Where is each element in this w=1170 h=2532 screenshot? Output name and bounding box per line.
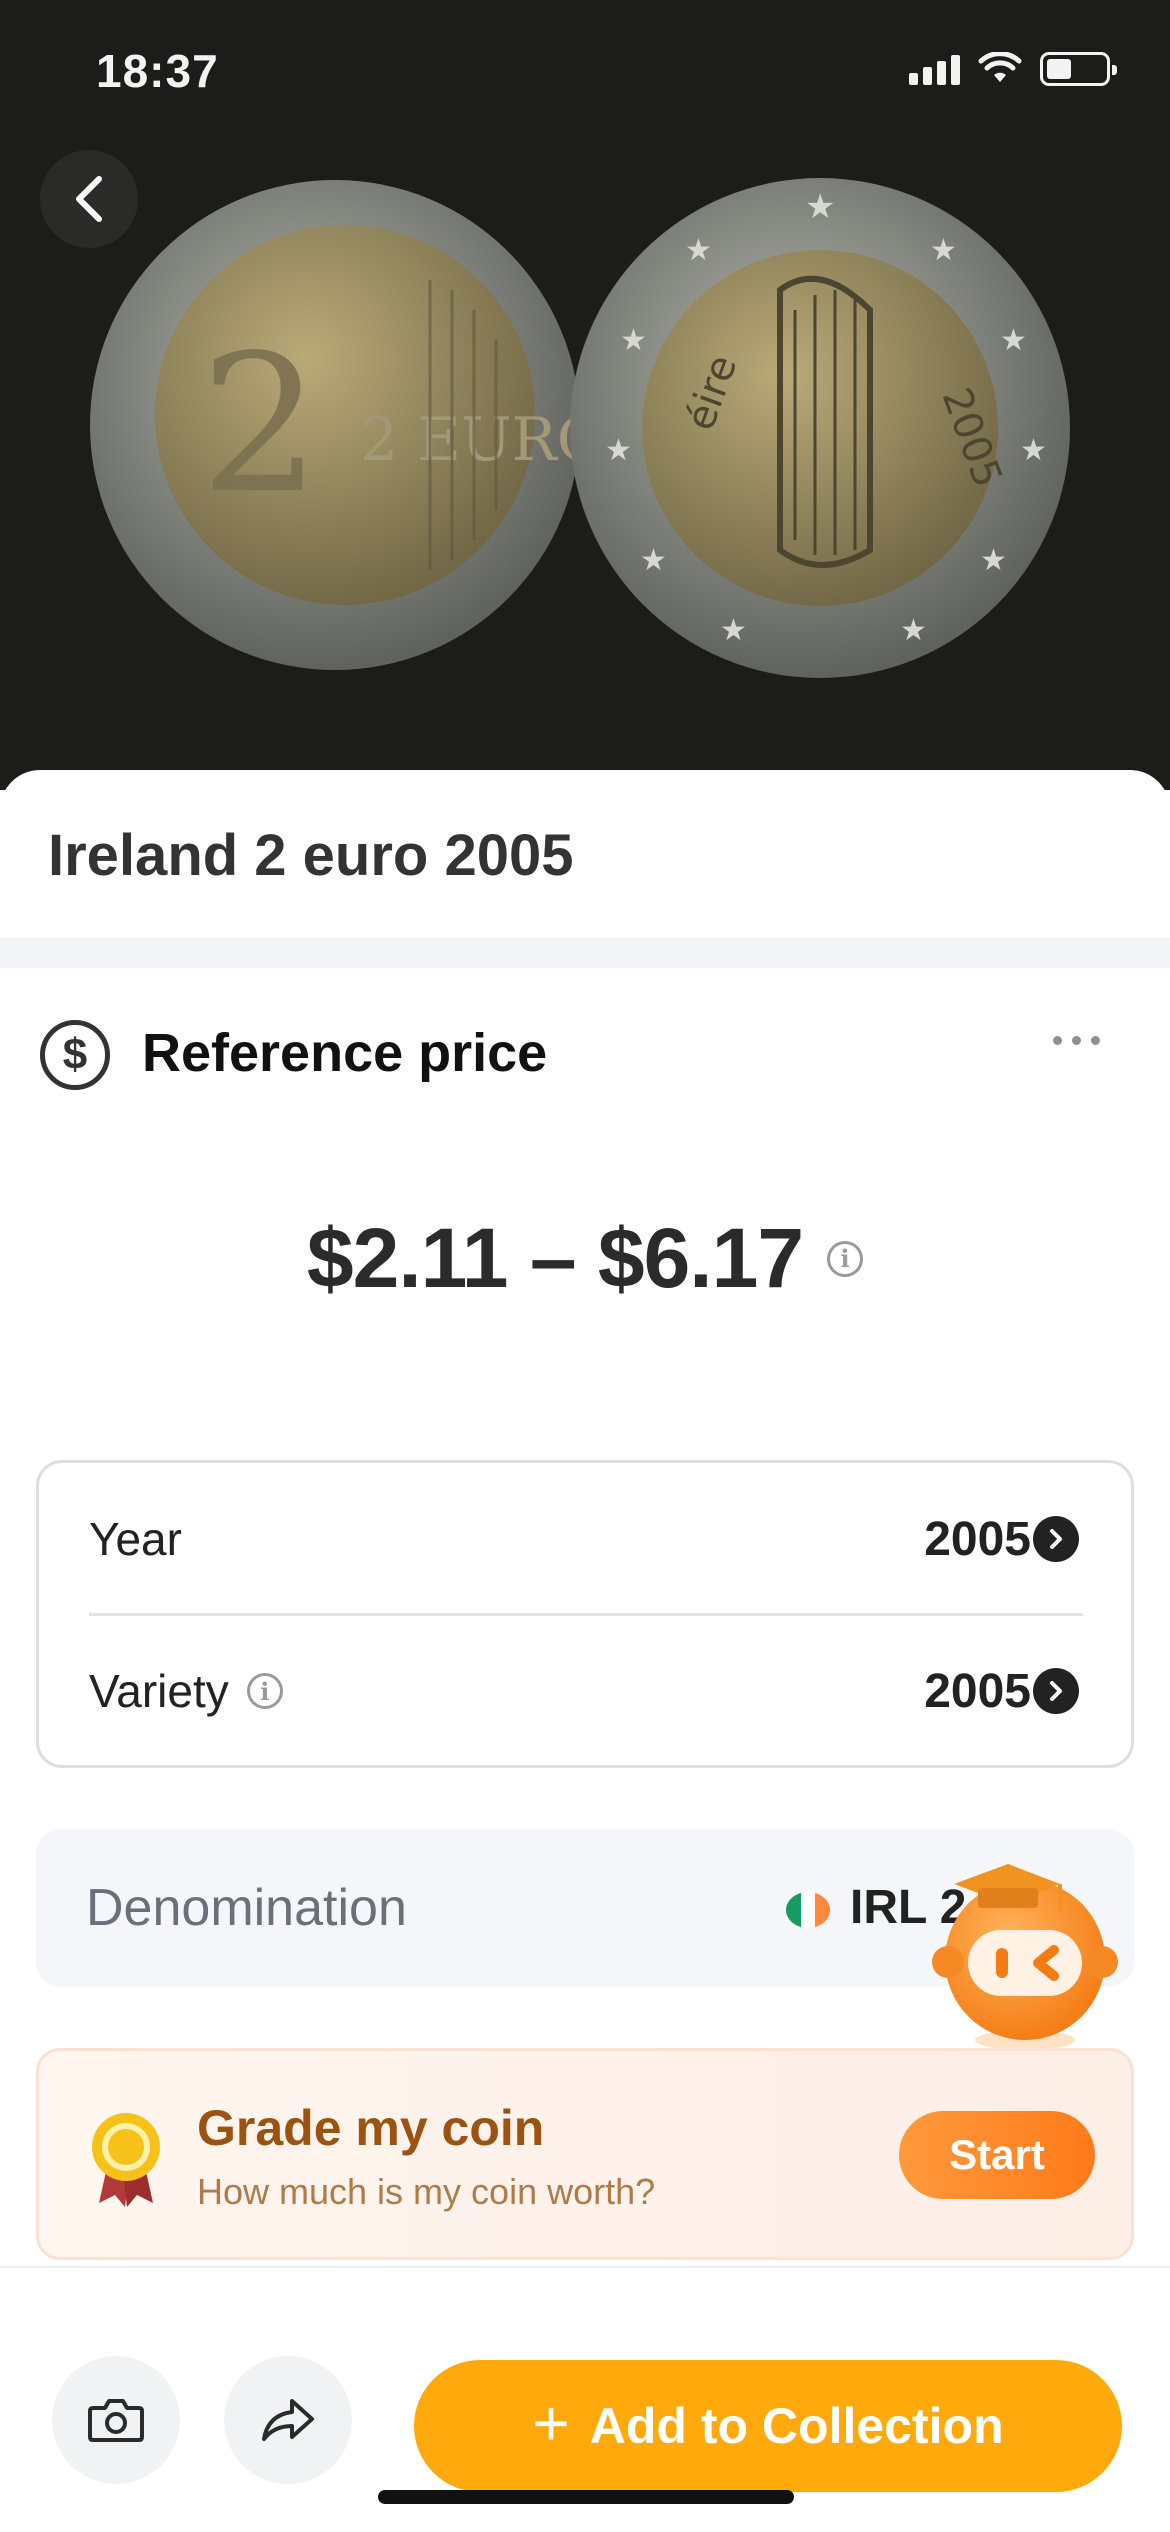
detail-label-wrap: Variety i (89, 1664, 283, 1718)
share-icon (262, 2399, 314, 2441)
medal-icon (92, 2113, 160, 2207)
svg-text:★: ★ (1020, 433, 1047, 468)
start-button[interactable]: Start (899, 2111, 1095, 2199)
camera-button[interactable] (52, 2356, 180, 2484)
svg-text:★: ★ (620, 323, 647, 358)
back-button[interactable] (40, 150, 138, 248)
svg-text:★: ★ (980, 543, 1007, 578)
reference-price-heading: Reference price (142, 1023, 548, 1083)
status-time: 18:37 (96, 45, 219, 97)
back-arrow-icon (76, 176, 102, 222)
add-to-collection-button[interactable]: + Add to Collection (414, 2360, 1122, 2492)
detail-value: 2005 (924, 1512, 1031, 1566)
plus-icon: + (532, 2387, 570, 2459)
svg-text:2: 2 (200, 314, 321, 535)
detail-label: Year (89, 1513, 182, 1565)
svg-text:★: ★ (805, 187, 835, 227)
section-divider (0, 938, 1170, 968)
chevron-right-icon[interactable] (1033, 1668, 1079, 1714)
status-icons (909, 52, 1117, 86)
detail-value: 2005 (924, 1664, 1031, 1718)
svg-text:★: ★ (900, 613, 927, 648)
svg-text:★: ★ (1000, 323, 1027, 358)
coin-front-text: 2 EURO (360, 405, 606, 475)
battery-icon (1040, 52, 1117, 86)
grade-subtitle: How much is my coin worth? (197, 2171, 656, 2212)
share-button[interactable] (224, 2356, 352, 2484)
coin-back-image: éire 2005 ★ ★ ★ ★ ★ ★ ★ ★ ★ ★ ★ (570, 178, 1070, 678)
details-card: Year 2005 Variety i 2005 (36, 1460, 1134, 1768)
grade-title: Grade my coin (197, 2100, 545, 2156)
wifi-icon (978, 52, 1022, 82)
status-bar: 18:37 (0, 0, 1170, 140)
home-indicator (378, 2490, 794, 2504)
chevron-right-icon[interactable] (1033, 1516, 1079, 1562)
svg-text:★: ★ (640, 543, 667, 578)
detail-label: Variety (89, 1665, 229, 1717)
coin-title: Ireland 2 euro 2005 (48, 823, 574, 888)
more-icon[interactable] (1053, 1036, 1100, 1045)
assistant-mascot-icon[interactable] (918, 1850, 1132, 2060)
coin-front-image: 2 2 EURO (90, 180, 606, 670)
svg-text:★: ★ (930, 233, 957, 268)
detail-row-year[interactable]: Year 2005 (39, 1463, 1131, 1615)
detail-row-variety[interactable]: Variety i 2005 (39, 1615, 1131, 1767)
grade-card[interactable]: Grade my coin How much is my coin worth?… (36, 2048, 1134, 2260)
signal-icon (909, 53, 960, 85)
dollar-circle-icon: $ (40, 1020, 110, 1090)
price-row: $2.11 – $6.17 i (0, 1210, 1170, 1307)
ireland-flag-icon (786, 1892, 830, 1928)
denomination-label: Denomination (86, 1879, 407, 1937)
coin-images: 2 2 EURO éire 2005 ★ ★ ★ ★ ★ ★ ★ ★ ★ ★ ★ (90, 178, 1070, 678)
camera-icon (88, 2399, 144, 2442)
svg-text:★: ★ (605, 433, 632, 468)
svg-text:★: ★ (685, 233, 712, 268)
price-range: $2.11 – $6.17 (306, 1211, 804, 1305)
coin-photo-header: 18:37 2 2 EURO éire 2005 ★ ★ ★ ★ ★ ★ ★ ★… (0, 0, 1170, 790)
info-icon[interactable]: i (827, 1240, 864, 1277)
add-to-collection-label: Add to Collection (589, 2398, 1004, 2454)
info-icon[interactable]: i (246, 1673, 283, 1709)
svg-text:★: ★ (720, 613, 747, 648)
